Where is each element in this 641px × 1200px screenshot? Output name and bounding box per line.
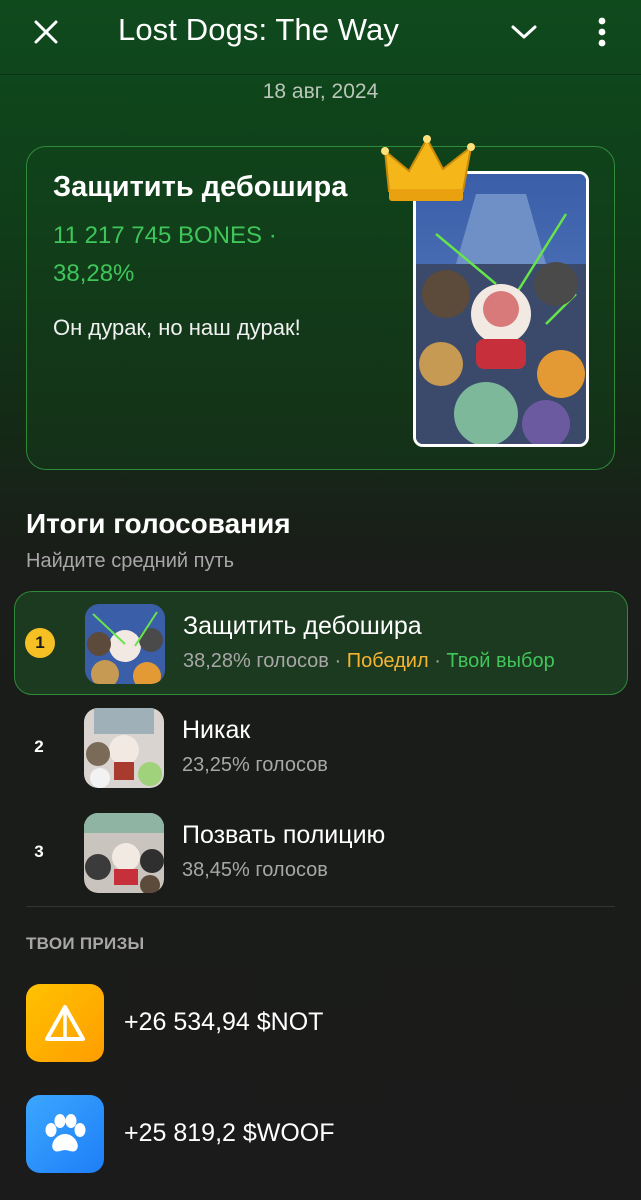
winner-label: Победил — [346, 650, 429, 672]
prize-item-not: +26 534,94 $NOT — [26, 984, 615, 1064]
winning-option-title: Защитить дебошира — [53, 171, 348, 203]
close-button[interactable] — [28, 14, 64, 50]
collapse-button[interactable] — [506, 14, 542, 50]
section-divider — [26, 906, 615, 907]
results-subtitle: Найдите средний путь — [26, 550, 235, 572]
close-icon — [34, 20, 58, 44]
rank-badge: 3 — [34, 842, 44, 861]
app-title: Lost Dogs: The Way — [118, 12, 399, 47]
results-title: Итоги голосования — [26, 508, 291, 539]
option-thumbnail — [84, 813, 164, 893]
rank-badge: 2 — [34, 737, 44, 756]
option-quote: Он дурак, но наш дурак! — [53, 315, 301, 340]
more-menu-button[interactable] — [588, 12, 616, 52]
option-artwork — [413, 171, 589, 447]
chevron-down-icon — [511, 25, 537, 39]
option-name: Позвать полицию — [182, 821, 386, 849]
option-name: Никак — [182, 716, 251, 744]
option-name: Защитить дебошира — [183, 612, 422, 640]
option-votes: 23,25% голосов — [182, 754, 328, 776]
meta-separator: · — [434, 650, 447, 672]
paw-icon — [26, 1095, 104, 1173]
result-option-1[interactable]: 1 Защитить дебошира 38,28% голосов · Поб… — [14, 591, 628, 695]
winning-option-card: Защитить дебошира 11 217 745 BONES · 38,… — [26, 135, 615, 470]
your-choice-label: Твой выбор — [446, 650, 555, 672]
result-option-2[interactable]: 2 Никак 23,25% голосов — [14, 696, 628, 800]
not-coin-icon — [26, 984, 104, 1062]
result-option-3[interactable]: 3 Позвать полицию 38,45% голосов — [14, 801, 628, 905]
rank-badge: 1 — [25, 628, 55, 658]
option-thumbnail — [84, 708, 164, 788]
top-app-bar: Lost Dogs: The Way — [0, 0, 641, 64]
meta-separator: · — [334, 650, 347, 672]
option-votes: 38,45% голосов — [182, 859, 328, 881]
prize-amount: +25 819,2 $WOOF — [124, 1119, 335, 1147]
bones-total: 11 217 745 BONES · 38,28% — [53, 222, 277, 287]
top-bar-divider — [0, 74, 641, 75]
prizes-title: ТВОИ ПРИЗЫ — [26, 934, 145, 953]
option-votes: 38,28% голосов — [183, 650, 329, 672]
prize-amount: +26 534,94 $NOT — [124, 1008, 324, 1036]
vote-date: 18 авг, 2024 — [262, 80, 379, 103]
crown-icon — [381, 135, 475, 201]
more-vertical-icon — [598, 17, 606, 47]
option-meta: 38,28% голосов · Победил · Твой выбор — [183, 650, 555, 673]
option-thumbnail — [85, 604, 165, 684]
prize-item-woof: +25 819,2 $WOOF — [26, 1095, 615, 1175]
